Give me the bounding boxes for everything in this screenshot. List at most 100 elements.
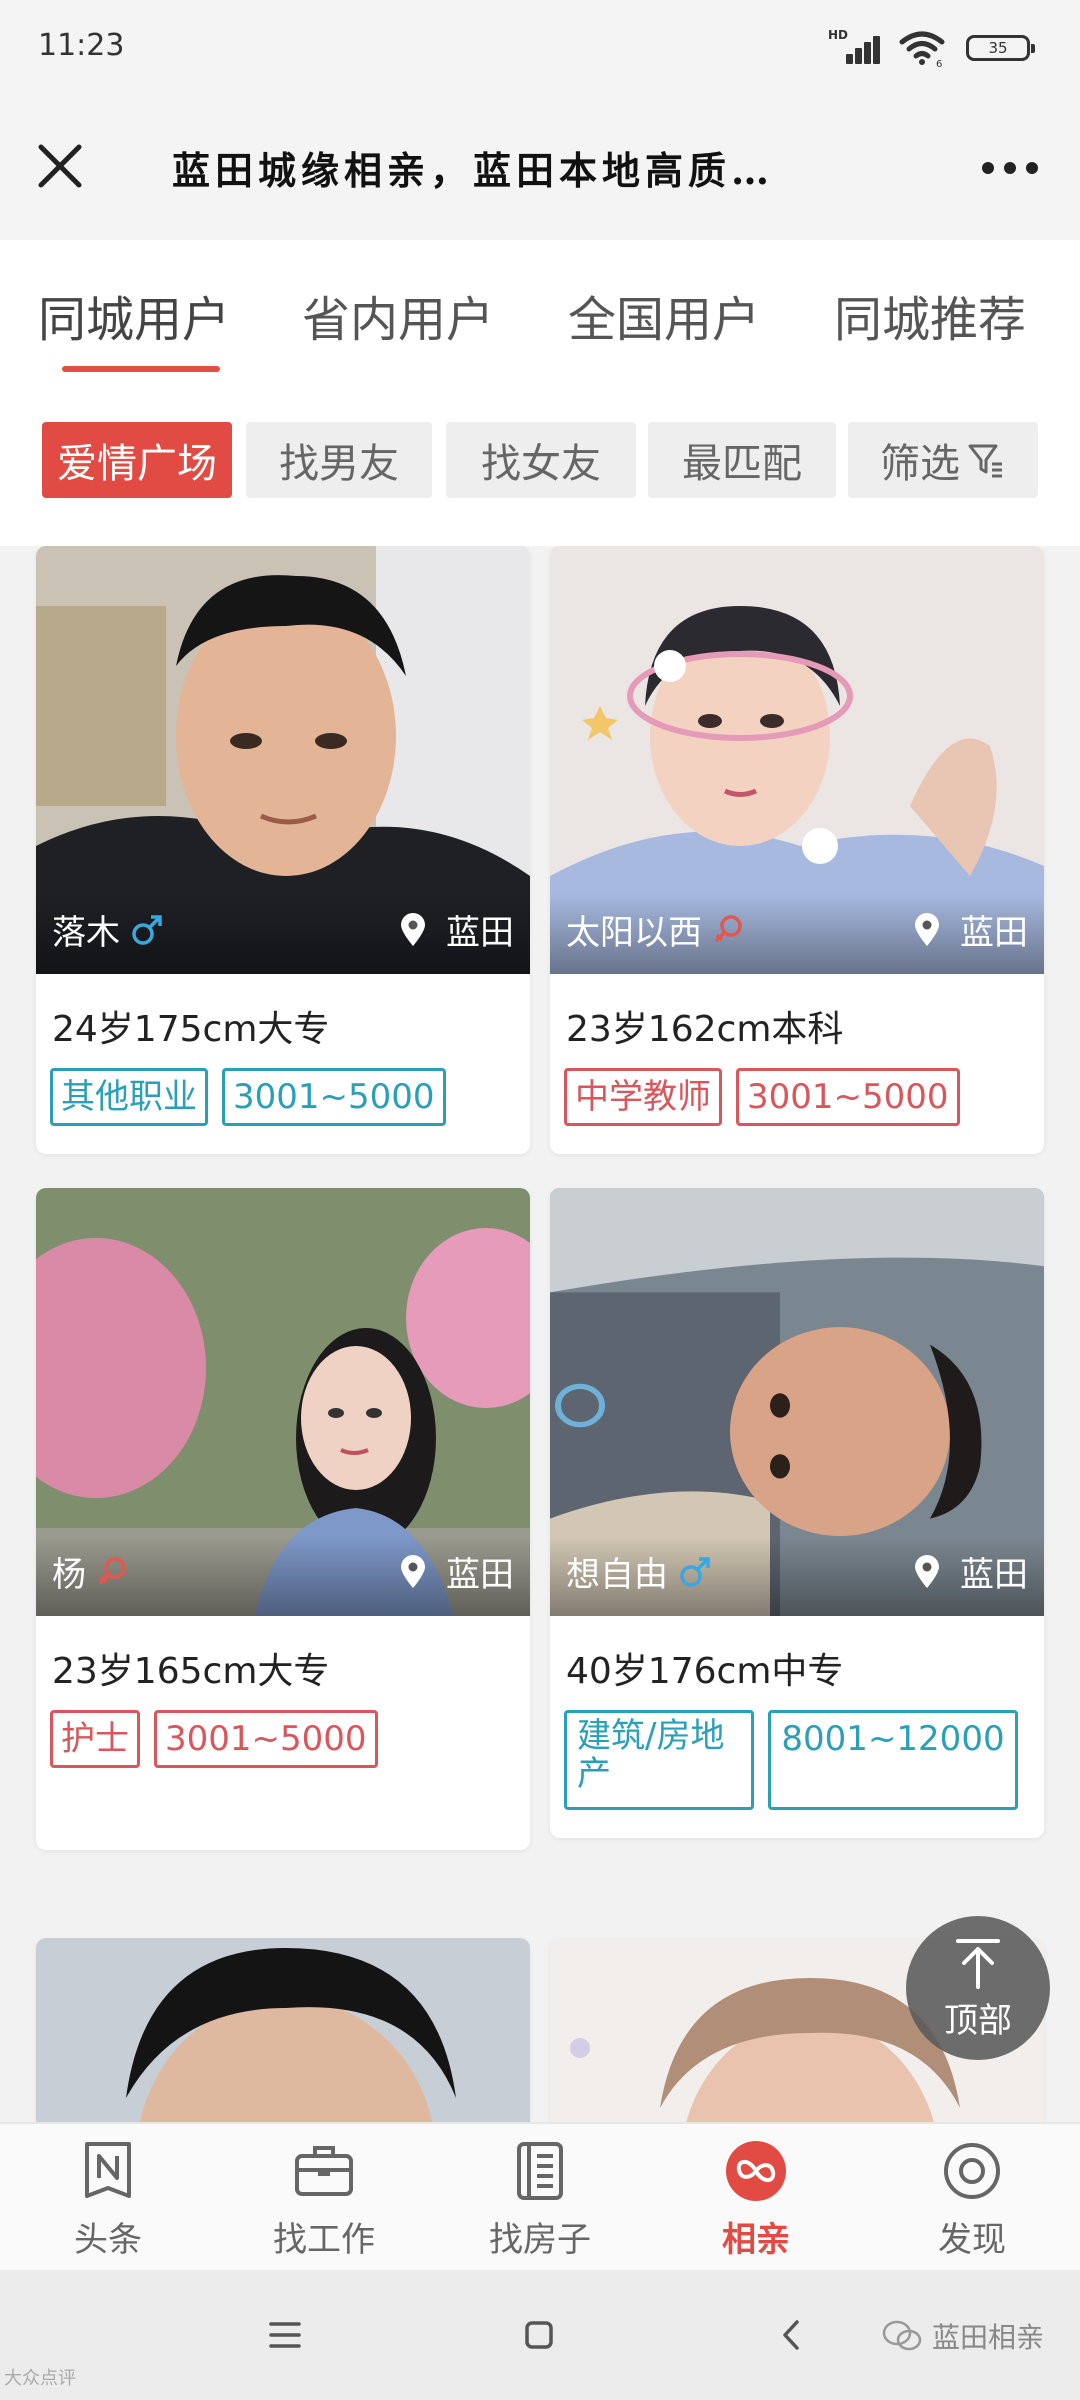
income-tag: 3001~5000	[222, 1068, 446, 1126]
chip-find-girlfriend[interactable]: 找女友	[446, 422, 636, 498]
occupation-tag: 护士	[50, 1710, 140, 1768]
back-icon	[783, 2320, 799, 2350]
status-bar: 11:23 HD 6 35	[0, 0, 1080, 96]
profile-photo-image	[36, 1938, 530, 2122]
income-tag: 3001~5000	[154, 1710, 378, 1768]
profile-card[interactable]: 太阳以西 蓝田 23岁162cm本科 中学教师 3001~5000	[550, 546, 1044, 1154]
chip-filter-label: 筛选	[880, 441, 960, 487]
profile-tags: 中学教师 3001~5000	[550, 1052, 1044, 1126]
profile-location: 蓝田	[400, 905, 514, 954]
more-dot-icon	[1004, 162, 1016, 174]
profile-card[interactable]	[36, 1938, 530, 2122]
home-icon	[525, 2321, 553, 2349]
profile-tags: 护士 3001~5000	[36, 1694, 530, 1768]
nav-label: 发现	[938, 2220, 1006, 2260]
occupation-tag: 建筑/房地产	[564, 1710, 754, 1810]
chip-best-match[interactable]: 最匹配	[648, 422, 836, 498]
profile-card[interactable]: 杨 蓝田 23岁165cm大专 护士 3001~5000	[36, 1188, 530, 1850]
more-dot-icon	[1026, 162, 1038, 174]
profile-summary: 23岁162cm本科	[566, 1009, 844, 1050]
profile-location: 蓝田	[914, 1547, 1028, 1596]
profile-nickname: 杨	[52, 1547, 130, 1596]
chip-filter[interactable]: 筛选	[848, 422, 1038, 498]
nav-item-discover[interactable]: 发现	[882, 2138, 1062, 2268]
male-icon	[132, 914, 162, 945]
close-icon	[38, 144, 82, 188]
profile-photo: 杨 蓝田	[36, 1188, 530, 1616]
back-to-top-label: 顶部	[944, 2000, 1012, 2041]
profile-summary: 23岁165cm大专	[52, 1651, 330, 1692]
nav-item-headlines[interactable]: 头条	[18, 2138, 198, 2268]
network-type: HD	[828, 28, 849, 42]
tab-province-users[interactable]: 省内用户	[302, 280, 494, 350]
nav-item-housing[interactable]: 找房子	[450, 2138, 630, 2268]
arrow-up-icon	[956, 1938, 1000, 1989]
page-title: 蓝田城缘相亲，蓝田本地高质…	[172, 148, 775, 193]
income-tag: 8001~12000	[768, 1710, 1018, 1810]
profile-nickname: 落木	[52, 905, 164, 954]
nav-label: 头条	[74, 2220, 142, 2260]
profile-card[interactable]: 落木 蓝田 24岁175cm大专 其他职业 3001~5000	[36, 546, 530, 1154]
profile-location: 蓝田	[914, 905, 1028, 954]
location-pin-icon	[915, 1554, 939, 1588]
more-dot-icon	[982, 162, 994, 174]
chip-find-boyfriend[interactable]: 找男友	[246, 422, 432, 498]
profile-photo: 太阳以西 蓝田	[550, 546, 1044, 974]
income-tag: 3001~5000	[736, 1068, 960, 1126]
watermark-text: 蓝田相亲	[931, 2321, 1044, 2354]
dating-icon	[726, 2141, 786, 2201]
nav-label: 相亲	[722, 2220, 790, 2260]
battery-icon: 35	[966, 35, 1035, 61]
profile-nickname: 想自由	[566, 1547, 712, 1596]
occupation-tag: 其他职业	[50, 1068, 208, 1126]
status-time: 11:23	[38, 28, 125, 63]
nav-item-jobs[interactable]: 找工作	[234, 2138, 414, 2268]
tab-local-users[interactable]: 同城用户	[38, 280, 230, 350]
profile-photo: 落木 蓝田	[36, 546, 530, 974]
active-tab-indicator	[62, 366, 220, 372]
close-button[interactable]	[32, 138, 88, 194]
profile-tags: 其他职业 3001~5000	[36, 1052, 530, 1126]
menu-icon	[269, 2322, 301, 2348]
profile-photo: 想自由 蓝田	[550, 1188, 1044, 1616]
filter-icon	[968, 444, 1002, 478]
location-pin-icon	[401, 912, 425, 946]
home-button[interactable]	[514, 2310, 564, 2360]
watermark: 蓝田相亲	[882, 2316, 1044, 2356]
building-icon	[517, 2142, 563, 2200]
profile-tags: 建筑/房地产 8001~12000	[550, 1694, 1044, 1810]
nav-label: 找房子	[489, 2220, 591, 2260]
wechat-icon	[882, 2320, 922, 2351]
location-pin-icon	[915, 912, 939, 946]
user-scope-tabs: 同城用户 省内用户 全国用户 同城推荐	[0, 240, 1080, 382]
corner-watermark: 大众点评	[4, 2368, 76, 2389]
profile-location: 蓝田	[400, 1547, 514, 1596]
nav-label: 找工作	[273, 2220, 375, 2260]
male-icon	[680, 1556, 710, 1587]
chip-love-square[interactable]: 爱情广场	[42, 422, 232, 498]
more-button[interactable]	[970, 148, 1050, 188]
news-icon	[85, 2142, 131, 2198]
back-button[interactable]	[766, 2310, 816, 2360]
wifi-badge: 6	[936, 59, 942, 68]
briefcase-icon	[295, 2146, 353, 2196]
wifi-icon: 6	[899, 31, 945, 68]
filter-bar: 爱情广场 找男友 找女友 最匹配 筛选	[0, 382, 1080, 546]
signal-icon: HD	[828, 28, 880, 68]
profile-card[interactable]: 想自由 蓝田 40岁176cm中专 建筑/房地产 8001~12000	[550, 1188, 1044, 1838]
profile-feed: 落木 蓝田 24岁175cm大专 其他职业 3001~5000 太阳以西 蓝田 …	[0, 546, 1080, 2122]
bottom-nav: 头条 找工作 找房子 相亲 发现	[0, 2122, 1080, 2270]
status-icons: HD 6 35	[828, 26, 1035, 70]
tab-local-recommend[interactable]: 同城推荐	[834, 280, 1026, 350]
menu-button[interactable]	[260, 2310, 310, 2360]
profile-nickname: 太阳以西	[566, 905, 746, 954]
title-bar: 蓝田城缘相亲，蓝田本地高质…	[0, 96, 1080, 240]
tab-national-users[interactable]: 全国用户	[568, 280, 760, 350]
system-nav-bar: 蓝田相亲 大众点评	[0, 2270, 1080, 2400]
location-pin-icon	[401, 1554, 425, 1588]
nav-item-dating[interactable]: 相亲	[666, 2138, 846, 2268]
discover-icon	[944, 2143, 1000, 2199]
occupation-tag: 中学教师	[564, 1068, 722, 1126]
back-to-top-button[interactable]: 顶部	[906, 1916, 1050, 2060]
profile-summary: 40岁176cm中专	[566, 1651, 844, 1692]
